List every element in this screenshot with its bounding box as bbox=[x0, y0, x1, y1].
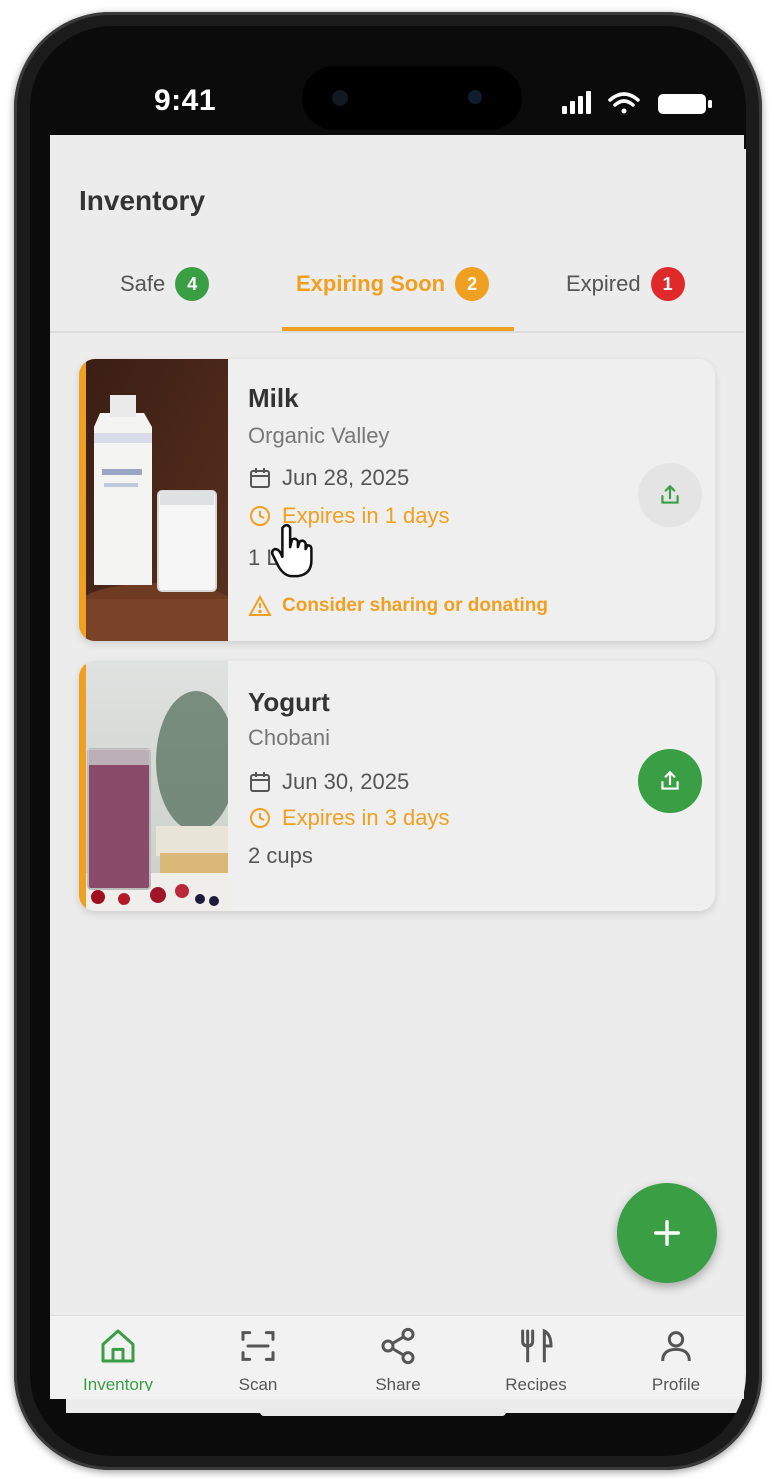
active-tab-indicator bbox=[282, 327, 514, 331]
dynamic-island bbox=[302, 66, 522, 130]
item-brand: Organic Valley bbox=[248, 423, 390, 448]
status-icons bbox=[562, 91, 712, 114]
tab-expired-label: Expired bbox=[566, 271, 641, 296]
wifi-icon bbox=[608, 92, 640, 114]
share-icon bbox=[381, 1327, 415, 1365]
item-name: Milk bbox=[248, 383, 299, 413]
item-date: Jun 28, 2025 bbox=[282, 465, 410, 490]
user-icon bbox=[661, 1331, 691, 1362]
nav-item-share[interactable]: Share bbox=[338, 1326, 458, 1391]
share-upload-icon bbox=[661, 770, 679, 790]
nav-item-inventory[interactable]: Inventory bbox=[58, 1326, 178, 1391]
add-item-button[interactable] bbox=[617, 1183, 717, 1283]
nav-item-scan[interactable]: Scan bbox=[198, 1326, 318, 1391]
page-title: Inventory bbox=[79, 185, 206, 216]
item-date-row: Jun 30, 2025 bbox=[248, 769, 409, 795]
scan-icon bbox=[241, 1331, 275, 1361]
tab-bar: Safe 4 Expiring Soon 2 Expired 1 bbox=[50, 255, 744, 333]
nav-label-profile: Profile bbox=[651, 1375, 701, 1391]
calendar-icon bbox=[250, 772, 270, 792]
utensils-icon bbox=[521, 1328, 553, 1363]
home-icon bbox=[101, 1329, 135, 1363]
smoothie-glass-image bbox=[86, 661, 228, 911]
nav-label-recipes: Recipes bbox=[505, 1375, 567, 1391]
calendar-icon bbox=[250, 468, 270, 488]
item-warning: Consider sharing or donating bbox=[282, 595, 549, 616]
status-time: 9:41 bbox=[154, 84, 217, 117]
tab-expiring-soon[interactable]: Expiring Soon 2 bbox=[296, 267, 490, 301]
inventory-screen: Inventory Safe 4 Expiring Soon 2 Expired… bbox=[50, 135, 744, 1399]
inventory-card-yogurt[interactable]: Yogurt Chobani Jun 30, 2025 Expires in 3… bbox=[79, 661, 715, 911]
share-upload-icon bbox=[661, 484, 679, 504]
nav-item-profile[interactable]: Profile bbox=[616, 1326, 736, 1391]
clock-icon bbox=[250, 808, 270, 828]
bottom-navigation: Inventory Scan Share Recipes Profile bbox=[50, 1315, 744, 1399]
nav-item-recipes[interactable]: Recipes bbox=[476, 1326, 596, 1391]
milk-carton-image bbox=[86, 359, 228, 641]
tab-expired-count: 1 bbox=[650, 267, 685, 301]
share-button-yogurt[interactable] bbox=[638, 749, 702, 813]
tab-safe-label: Safe bbox=[120, 271, 166, 296]
nav-label-scan: Scan bbox=[238, 1375, 278, 1391]
nav-label-share: Share bbox=[375, 1375, 421, 1391]
tab-safe-count: 4 bbox=[175, 267, 210, 301]
share-button-milk[interactable] bbox=[638, 463, 702, 527]
item-date: Jun 30, 2025 bbox=[282, 769, 410, 794]
item-date-row: Jun 28, 2025 bbox=[248, 465, 409, 491]
item-warning-row: Consider sharing or donating bbox=[248, 595, 548, 617]
item-expiry: Expires in 3 days bbox=[282, 805, 450, 830]
tab-safe[interactable]: Safe 4 bbox=[120, 267, 210, 301]
hand-cursor-icon bbox=[270, 523, 313, 578]
signal-icon bbox=[562, 91, 591, 114]
item-expiry-row: Expires in 3 days bbox=[248, 805, 450, 831]
tab-expired[interactable]: Expired 1 bbox=[566, 267, 685, 301]
tab-expiring-soon-label: Expiring Soon bbox=[296, 271, 446, 296]
item-brand: Chobani bbox=[248, 725, 330, 750]
plus-icon bbox=[653, 1219, 681, 1247]
tab-expiring-soon-count: 2 bbox=[455, 267, 490, 301]
item-quantity: 2 cups bbox=[248, 843, 313, 868]
item-name: Yogurt bbox=[248, 687, 330, 717]
nav-label-inventory: Inventory bbox=[83, 1375, 153, 1391]
inventory-card-milk[interactable]: Milk Organic Valley Jun 28, 2025 Expires… bbox=[79, 359, 715, 641]
warning-icon bbox=[248, 595, 272, 616]
home-indicator bbox=[260, 1408, 506, 1416]
battery-icon bbox=[658, 94, 712, 114]
